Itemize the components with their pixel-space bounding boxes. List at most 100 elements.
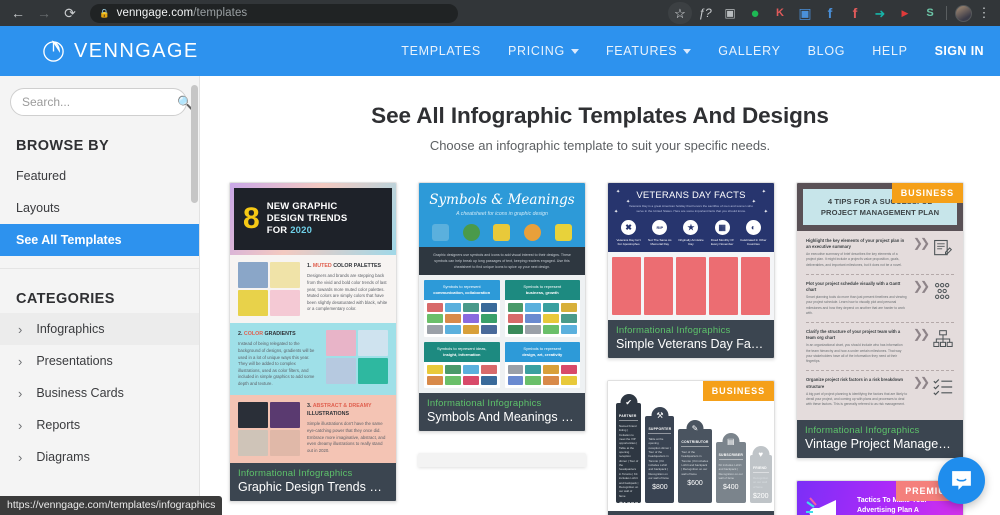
- template-card-next-row-2[interactable]: [418, 453, 586, 468]
- nav-features-label: FEATURES: [605, 44, 678, 58]
- nav-sign-in-label: SIGN IN: [934, 44, 984, 58]
- template-card-sponsorship-program[interactable]: BUSINESS Sponsorship Program ✔ PARTNER N…: [607, 379, 775, 515]
- card2-cell: Symbols to represent business, growth: [504, 280, 580, 338]
- chevron-double-right-icon: ❯❯: [912, 327, 930, 342]
- card3-icon-row: ✖ Veterans Day Isn't For Apostrophes RIP N…: [613, 219, 769, 247]
- sidebar-item-business-cards[interactable]: › Business Cards: [0, 377, 199, 409]
- template-card-project-management[interactable]: BUSINESS 4 TIPS FOR A SUCCESSFUL PROJECT …: [796, 182, 964, 460]
- card1-section-3-body: Simple illustrations don't have the same…: [307, 421, 386, 453]
- nav-templates[interactable]: TEMPLATES: [401, 44, 481, 58]
- template-caption: Informational Infographics Simple Vetera…: [608, 319, 774, 358]
- nav-pricing-label: PRICING: [507, 44, 565, 58]
- nav-sign-in[interactable]: SIGN IN: [935, 44, 984, 58]
- card1-section-2: 2. COLOR GRADIENTS Instead of being rele…: [230, 323, 396, 395]
- template-thumbnail: 4 TIPS FOR A SUCCESSFUL PROJECT MANAGEMEN…: [797, 183, 963, 421]
- kebab-menu-icon[interactable]: ⋮: [976, 6, 992, 20]
- medal-icon: ★: [683, 219, 699, 235]
- document-icon: [493, 224, 511, 241]
- nav-features[interactable]: FEATURES: [605, 44, 692, 58]
- intercom-chat-button[interactable]: [938, 457, 985, 504]
- sidebar-item-business-cards-label: Business Cards: [36, 386, 124, 400]
- card3-icon-cell: ◐ Celebrated In Other Countries: [739, 219, 767, 247]
- sidebar-item-diagrams[interactable]: › Diagrams: [0, 441, 199, 473]
- chevron-double-right-icon: ❯❯: [912, 236, 930, 250]
- k-extension-icon[interactable]: K: [768, 2, 792, 24]
- window-extension-icon[interactable]: ▣: [793, 2, 817, 24]
- no-apostrophe-icon: ✖: [621, 219, 637, 235]
- template-card-symbols-and-meanings[interactable]: Symbols & Meanings A cheatsheet for icon…: [418, 182, 586, 433]
- template-card-veterans-day-facts[interactable]: ✦ ✦ ✦ ✦ ✦ ✦ VETERANS DAY FACTS Veterans …: [607, 182, 775, 359]
- user-avatar[interactable]: [951, 2, 975, 24]
- status-badge-business: BUSINESS: [891, 183, 963, 203]
- card3-title: VETERANS DAY FACTS: [636, 190, 746, 201]
- sidebar-item-layouts[interactable]: Layouts: [0, 192, 199, 224]
- search-input[interactable]: [22, 95, 177, 109]
- card3-icon-cell: ▦ Fixed Monthly Of Every November: [708, 219, 736, 247]
- green-circle-extension-icon[interactable]: ●: [743, 2, 767, 24]
- s-extension-icon[interactable]: S: [918, 2, 942, 24]
- status-bar-url: https://venngage.com/templates/infograph…: [0, 496, 223, 515]
- chevron-right-icon: ›: [18, 353, 23, 369]
- chevron-right-icon: ›: [18, 385, 23, 401]
- template-name: Vintage Project Managemen...: [805, 437, 955, 452]
- sidebar-item-featured[interactable]: Featured: [0, 160, 199, 192]
- card2-cell-grid: Symbols to represent communication, colla…: [419, 275, 585, 394]
- nav-blog[interactable]: BLOG: [808, 44, 846, 58]
- card5-price: $1000: [619, 501, 639, 509]
- function-extension-icon[interactable]: ƒ?: [693, 2, 717, 24]
- nav-pricing[interactable]: PRICING: [508, 44, 579, 58]
- venngage-logo[interactable]: VENNGAGE: [42, 40, 199, 63]
- status-badge-business: BUSINESS: [702, 380, 774, 401]
- facebook-outline-extension-icon[interactable]: f: [818, 2, 842, 24]
- sidebar-scrollbar-thumb[interactable]: [191, 85, 198, 203]
- sidebar-item-diagrams-label: Diagrams: [36, 450, 90, 464]
- calendar-icon: ▦: [714, 219, 730, 235]
- grid-column-2: Symbols & Meanings A cheatsheet for icon…: [418, 182, 586, 515]
- export-extension-icon[interactable]: ➜: [868, 2, 892, 24]
- sidebar-item-infographics-label: Infographics: [36, 322, 105, 336]
- sidebar-item-reports[interactable]: › Reports: [0, 409, 199, 441]
- facebook-extension-icon[interactable]: f: [843, 2, 867, 24]
- nav-gallery[interactable]: GALLERY: [718, 44, 780, 58]
- card3-icon-cell: ✖ Veterans Day Isn't For Apostrophes: [615, 219, 643, 247]
- card2-hero: Symbols & Meanings A cheatsheet for icon…: [419, 183, 585, 247]
- card5-bar: ⚒ SUPPORTER Table at the opening recepti…: [645, 406, 675, 503]
- card5-bar: ✎ CONTRIBUTOR Tour of the headquarters i…: [678, 419, 712, 503]
- bookmark-star-icon[interactable]: ☆: [668, 2, 692, 24]
- nav-help-label: HELP: [872, 44, 908, 58]
- image-icon: [431, 224, 449, 241]
- card1-heading-line1: NEW GRAPHIC: [266, 200, 338, 212]
- sidebar-item-presentations[interactable]: › Presentations: [0, 345, 199, 377]
- coin-icon: [524, 224, 542, 241]
- lock-icon: 🔒: [99, 7, 110, 18]
- card2-cell: Symbols to represent communication, colla…: [424, 280, 500, 338]
- camera-extension-icon[interactable]: ▣: [718, 2, 742, 24]
- card4-tip-row: Organize project risk factors in a risk …: [806, 377, 954, 413]
- card3-subtitle: Veterans Day is a great American holiday…: [629, 204, 753, 213]
- nav-help[interactable]: HELP: [872, 44, 907, 58]
- forward-button[interactable]: →: [32, 2, 56, 24]
- gravestone-icon: RIP: [652, 219, 668, 235]
- card5-price: $800: [652, 484, 668, 492]
- card5-price: $200: [753, 492, 769, 500]
- page-body: 🔍 BROWSE BY Featured Layouts See All Tem…: [0, 76, 1000, 515]
- nav-gallery-label: GALLERY: [718, 44, 781, 58]
- lightbulb-icon: [555, 224, 573, 241]
- back-button[interactable]: ←: [6, 2, 30, 24]
- chevron-right-icon: ›: [18, 449, 23, 465]
- sidebar-scrollbar[interactable]: [191, 78, 198, 515]
- template-card-graphic-design-trends[interactable]: 8 NEW GRAPHIC DESIGN TRENDS FOR 2020 1. …: [229, 182, 397, 502]
- card2-cell: Symbols to represent design, art, creativ…: [504, 342, 580, 389]
- card5-price: $400: [723, 484, 739, 492]
- reload-button[interactable]: ⟳: [58, 2, 82, 24]
- sidebar-item-presentations-label: Presentations: [36, 354, 113, 368]
- youtube-extension-icon[interactable]: ▶: [893, 2, 917, 24]
- venngage-circle-logo: [43, 39, 64, 62]
- sidebar-item-infographics[interactable]: › Infographics: [0, 313, 199, 345]
- address-bar[interactable]: 🔒 venngage.com/templates: [90, 3, 458, 23]
- sidebar-item-see-all-templates[interactable]: See All Templates: [0, 224, 199, 256]
- card1-hero: 8 NEW GRAPHIC DESIGN TRENDS FOR 2020: [230, 183, 396, 255]
- search-box[interactable]: 🔍: [10, 88, 193, 116]
- heart-icon: ♥: [752, 445, 770, 463]
- template-category: Informational Infographics: [427, 398, 542, 410]
